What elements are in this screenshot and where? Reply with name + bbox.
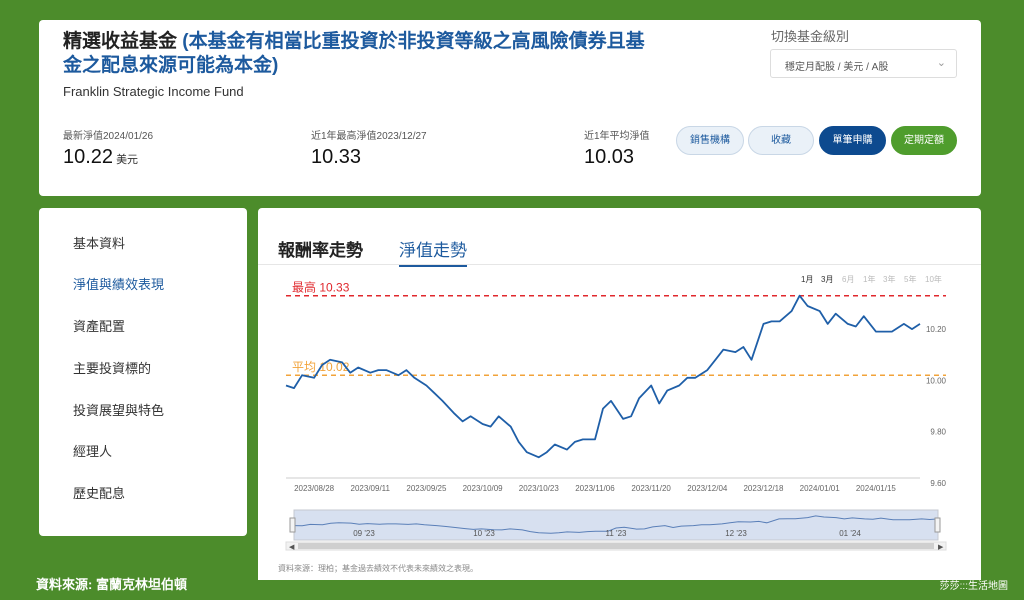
latest-nav-stat: 最新淨值2024/01/26 10.22 美元 [63,127,153,169]
scroll-left-arrow-icon: ◀ [289,544,295,551]
fund-title: 精選收益基金 (本基金有相當比重投資於非投資等級之高風險債券且基金之配息來源可能… [63,30,653,78]
sidebar-item-nav-performance[interactable]: 淨值與績效表現 [73,274,164,293]
high-nav-stat: 近1年最高淨值2023/12/27 10.33 [311,127,427,169]
x-tick-label: 2023/10/09 [463,484,504,493]
x-tick-label: 2023/12/04 [687,484,728,493]
navigator-label: 01 '24 [839,529,861,538]
navigator-left-handle [289,517,296,533]
class-switch-label: 切換基金級別 [771,29,850,44]
sidebar-item-managers[interactable]: 經理人 [73,441,112,460]
y-tick-label: 9.60 [930,479,946,488]
footer-source: 資料來源: 富蘭克林坦伯頓 [36,577,187,592]
avg-nav-stat: 近1年平均淨值 10.03 [584,127,650,169]
scroll-right-arrow-icon: ▶ [938,544,944,551]
navigator-label: 11 '23 [606,529,628,538]
x-tick-label: 2023/11/06 [575,484,615,493]
high-nav-label: 近1年最高淨值2023/12/27 [311,131,427,142]
navigator-label: 12 '23 [725,529,747,538]
sidebar: 基本資料 淨值與績效表現 資產配置 主要投資標的 投資展望與特色 經理人 歷史配… [39,208,247,536]
regular-investment-button[interactable]: 定期定額 [891,126,957,155]
footer-credit: 莎莎:::生活地圖 [939,581,1008,592]
sidebar-item-dividend-history[interactable]: 歷史配息 [73,483,125,502]
chevron-down-icon: ⌄ [936,57,946,69]
latest-nav-value: 10.22 [63,146,114,168]
sidebar-item-basic-info[interactable]: 基本資料 [73,233,125,252]
dealers-button[interactable]: 銷售機構 [676,126,744,155]
nav-series-line [285,294,921,459]
avg-nav-label: 近1年平均淨值 [584,131,650,142]
x-tick-label: 2023/09/11 [351,484,391,493]
x-tick-label: 2023/12/18 [743,484,784,493]
navigator-label: 09 '23 [353,529,375,538]
latest-nav-label: 最新淨值2024/01/26 [63,131,154,142]
fund-header-card: 精選收益基金 (本基金有相當比重投資於非投資等級之高風險債券且基金之配息來源可能… [39,20,981,196]
subscribe-button[interactable]: 單筆申購 [819,126,886,155]
sidebar-item-asset-allocation[interactable]: 資產配置 [73,316,125,335]
latest-nav-unit: 美元 [116,154,139,166]
x-tick-label: 2023/10/23 [519,484,560,493]
nav-line-chart: 10.20 10.00 9.80 9.60 2023/08/28 2023/09/11 20… [285,280,947,551]
high-nav-value: 10.33 [311,146,362,168]
y-tick-label: 9.80 [930,428,946,437]
x-tick-label: 2023/08/28 [294,484,335,493]
x-tick-label: 2023/09/25 [406,484,447,493]
avg-nav-value: 10.03 [584,146,635,168]
scrollbar-thumb [298,543,934,549]
x-tick-label: 2024/01/01 [800,484,841,493]
high-reference-label: 最高 10.33 [292,280,350,295]
y-tick-label: 10.20 [926,325,947,334]
sidebar-item-top-holdings[interactable]: 主要投資標的 [73,358,151,377]
navigator-label: 10 '23 [473,529,495,538]
source-note: 資料來源：理柏；基金過去績效不代表未來績效之表現。 [278,564,478,573]
x-tick-label: 2024/01/15 [856,484,897,493]
sidebar-item-outlook[interactable]: 投資展望與特色 [73,400,164,419]
navigator-right-handle [934,517,941,533]
chart-card: 報酬率走勢 淨值走勢 1月 3月 6月 1年 3年 5年 10年 10.20 10… [258,208,981,580]
x-tick-label: 2023/11/20 [631,484,671,493]
favorite-button[interactable]: 收藏 [748,126,814,155]
class-select[interactable]: 穩定月配股 / 美元 / A股 ⌄ [770,49,957,78]
fund-title-main: 精選收益基金 [63,31,183,52]
fund-english-name: Franklin Strategic Income Fund [63,84,244,99]
y-tick-label: 10.00 [926,376,947,385]
class-select-value: 穩定月配股 / 美元 / A股 [785,62,889,73]
